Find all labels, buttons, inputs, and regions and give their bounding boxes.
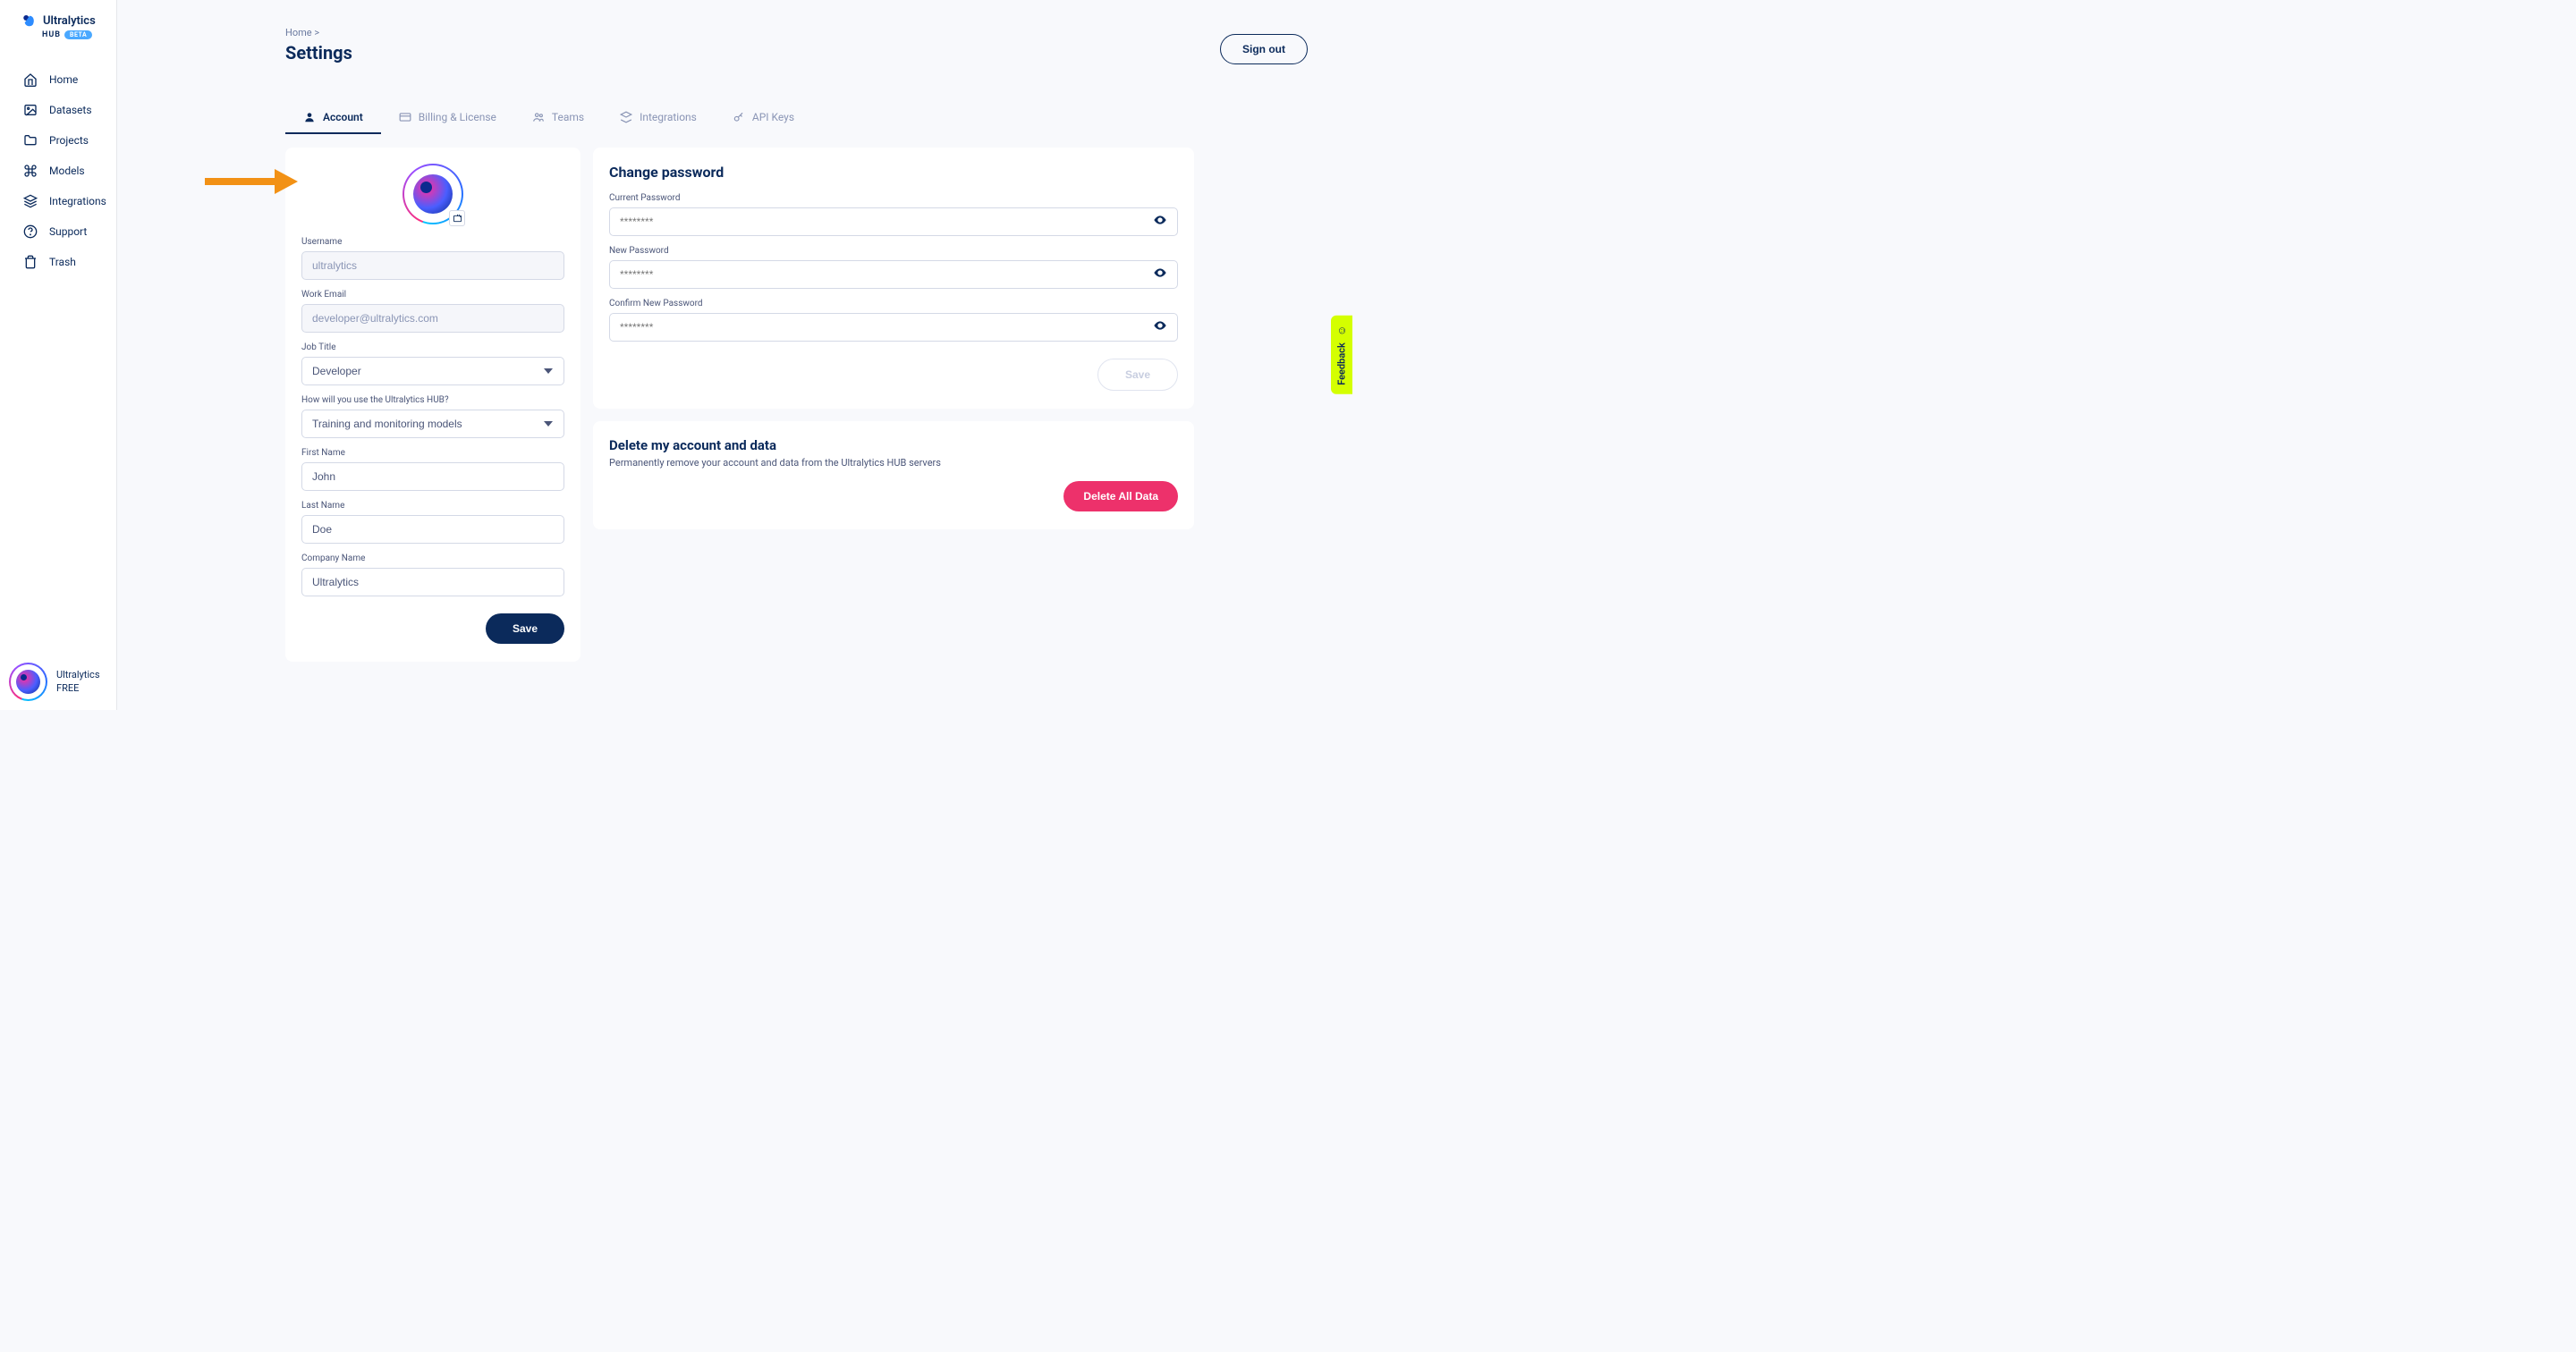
- content: Username Work Email Job Title Developer …: [117, 135, 1352, 692]
- new-password-input[interactable]: [609, 260, 1178, 289]
- email-label: Work Email: [301, 290, 564, 300]
- page-title: Settings: [285, 42, 352, 63]
- eye-icon[interactable]: [1153, 318, 1167, 336]
- home-icon: [23, 72, 38, 87]
- tab-label: Billing & License: [419, 111, 496, 123]
- help-icon: [23, 224, 38, 239]
- profile-card: Username Work Email Job Title Developer …: [285, 148, 580, 662]
- password-card: Change password Current Password New Pas…: [593, 148, 1194, 409]
- company-label: Company Name: [301, 553, 564, 563]
- breadcrumb-home[interactable]: Home: [285, 27, 312, 38]
- company-input[interactable]: [301, 568, 564, 596]
- delete-card: Delete my account and data Permanently r…: [593, 421, 1194, 529]
- logo-mark-icon: [21, 13, 38, 29]
- job-select[interactable]: Developer: [301, 357, 564, 385]
- profile-save-button[interactable]: Save: [486, 613, 564, 644]
- sidebar-item-label: Home: [49, 73, 78, 86]
- trash-icon: [23, 255, 38, 269]
- password-save-button[interactable]: Save: [1097, 359, 1178, 391]
- topbar: Home > Settings Sign out: [117, 0, 1352, 73]
- delete-title: Delete my account and data: [609, 437, 1178, 453]
- new-password-label: New Password: [609, 246, 1178, 256]
- username-input[interactable]: [301, 251, 564, 280]
- brand-name: Ultralytics: [43, 14, 96, 28]
- layers-icon: [620, 111, 632, 123]
- sidebar-item-home[interactable]: Home: [0, 64, 116, 95]
- delete-all-button[interactable]: Delete All Data: [1063, 481, 1178, 511]
- main: Home > Settings Sign out Account Billing…: [117, 0, 1352, 710]
- tab-label: API Keys: [752, 111, 794, 123]
- tab-billing[interactable]: Billing & License: [381, 102, 514, 134]
- sidebar-item-label: Trash: [49, 256, 76, 268]
- sidebar-item-datasets[interactable]: Datasets: [0, 95, 116, 125]
- user-meta: Ultralytics FREE: [56, 669, 100, 696]
- person-icon: [303, 111, 316, 123]
- feedback-label: Feedback: [1336, 342, 1348, 385]
- arrow-annotation: [205, 169, 303, 194]
- current-password-label: Current Password: [609, 193, 1178, 203]
- tab-label: Integrations: [640, 111, 697, 123]
- people-icon: [532, 111, 545, 123]
- upload-avatar-button[interactable]: [449, 210, 465, 226]
- email-input[interactable]: [301, 304, 564, 333]
- logo[interactable]: Ultralytics: [21, 13, 106, 29]
- sidebar-item-projects[interactable]: Projects: [0, 125, 116, 156]
- username-label: Username: [301, 237, 564, 247]
- card-icon: [399, 111, 411, 123]
- sidebar-item-models[interactable]: Models: [0, 156, 116, 186]
- firstname-input[interactable]: [301, 462, 564, 491]
- feedback-tab[interactable]: Feedback ☺: [1331, 316, 1352, 394]
- folder-icon: [23, 133, 38, 148]
- lastname-input[interactable]: [301, 515, 564, 544]
- confirm-password-input[interactable]: [609, 313, 1178, 342]
- signout-button[interactable]: Sign out: [1220, 34, 1308, 64]
- tab-apikeys[interactable]: API Keys: [715, 102, 812, 134]
- nav: Home Datasets Projects Models Integratio…: [0, 64, 116, 277]
- tab-account[interactable]: Account: [285, 102, 381, 134]
- usage-select[interactable]: Training and monitoring models: [301, 410, 564, 438]
- sidebar-item-label: Datasets: [49, 104, 92, 116]
- brand-sub: HUB: [42, 30, 61, 39]
- confirm-password-label: Confirm New Password: [609, 299, 1178, 308]
- breadcrumb: Home >: [285, 27, 352, 38]
- key-icon: [733, 111, 745, 123]
- sidebar-item-label: Projects: [49, 134, 89, 147]
- job-label: Job Title: [301, 342, 564, 352]
- command-icon: [23, 164, 38, 178]
- layers-icon: [23, 194, 38, 208]
- sidebar-item-trash[interactable]: Trash: [0, 247, 116, 277]
- image-icon: [23, 103, 38, 117]
- sidebar-item-label: Integrations: [49, 195, 106, 207]
- smile-icon: ☺: [1335, 325, 1348, 337]
- tab-integrations[interactable]: Integrations: [602, 102, 715, 134]
- user-footer[interactable]: Ultralytics FREE: [9, 663, 100, 701]
- usage-label: How will you use the Ultralytics HUB?: [301, 395, 564, 405]
- sidebar-item-label: Models: [49, 165, 85, 177]
- delete-sub: Permanently remove your account and data…: [609, 457, 1178, 469]
- lastname-label: Last Name: [301, 501, 564, 511]
- current-password-input[interactable]: [609, 207, 1178, 236]
- avatar: [9, 663, 47, 701]
- user-plan: FREE: [56, 682, 100, 696]
- logo-area: Ultralytics HUB BETA: [0, 0, 116, 48]
- tab-label: Teams: [552, 111, 584, 123]
- firstname-label: First Name: [301, 448, 564, 458]
- sidebar: Ultralytics HUB BETA Home Datasets Proje…: [0, 0, 117, 710]
- sidebar-item-label: Support: [49, 225, 87, 238]
- tab-label: Account: [323, 111, 363, 123]
- beta-badge: BETA: [64, 30, 92, 39]
- tab-teams[interactable]: Teams: [514, 102, 602, 134]
- password-title: Change password: [609, 164, 1178, 181]
- eye-icon[interactable]: [1153, 266, 1167, 283]
- user-name: Ultralytics: [56, 669, 100, 682]
- sidebar-item-support[interactable]: Support: [0, 216, 116, 247]
- profile-avatar[interactable]: [402, 164, 463, 224]
- breadcrumb-sep: >: [314, 27, 319, 38]
- eye-icon[interactable]: [1153, 213, 1167, 231]
- tabs: Account Billing & License Teams Integrat…: [117, 73, 1352, 135]
- sidebar-item-integrations[interactable]: Integrations: [0, 186, 116, 216]
